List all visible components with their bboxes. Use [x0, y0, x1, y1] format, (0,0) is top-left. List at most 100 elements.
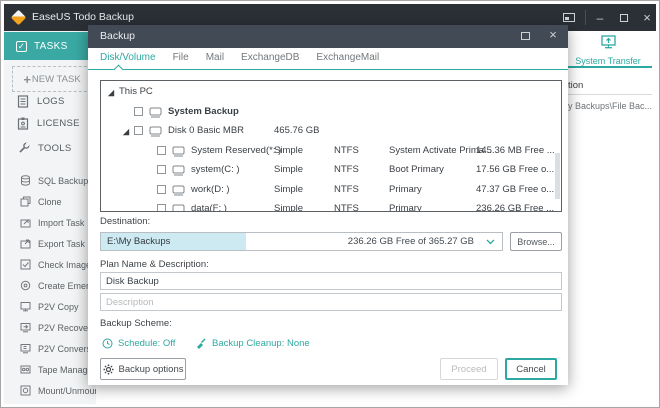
drive-icon [149, 126, 162, 137]
close-button[interactable]: × [638, 4, 656, 31]
sidebar-item-import-task[interactable]: Import Task [4, 212, 96, 233]
disk-size: 465.76 GB [274, 125, 319, 136]
tool-label: SQL Backup [38, 176, 88, 186]
sidebar-item-sql-backup[interactable]: SQL Backup [4, 170, 96, 191]
drive-icon [172, 204, 185, 212]
cell-type: Boot Primary [389, 164, 444, 175]
checkbox[interactable] [134, 126, 143, 135]
tree-node-label: system(C: ) [191, 164, 240, 175]
tab-mail[interactable]: Mail [206, 52, 224, 68]
export-task-icon [20, 238, 31, 249]
sidebar-item-p2v-copy[interactable]: P2V Copy [4, 296, 96, 317]
cell-type: Primary [389, 184, 422, 195]
tab-disk-volume[interactable]: Disk/Volume [100, 52, 156, 68]
tree-row-system-reserved[interactable]: System Reserved(*: ) Simple NTFS System … [101, 142, 561, 162]
feedback-icon[interactable] [563, 13, 575, 22]
cell-layout: Simple [274, 145, 303, 156]
sidebar-item-check-image[interactable]: Check Image [4, 254, 96, 275]
sidebar-item-tools[interactable]: TOOLS [4, 137, 96, 159]
app-title: EaseUS Todo Backup [32, 11, 134, 23]
tab-file[interactable]: File [173, 52, 189, 68]
tree-row-system-backup[interactable]: System Backup [101, 103, 561, 123]
cell-free-space: 236.26 GB Free ... [476, 203, 561, 212]
new-task-button[interactable]: + NEW TASK [12, 66, 92, 92]
checkbox[interactable] [157, 204, 166, 212]
titlebar-divider [585, 10, 586, 25]
tree-node-label: System Reserved(*: ) [191, 145, 281, 156]
tree-row-system-c[interactable]: system(C: ) Simple NTFS Boot Primary 17.… [101, 161, 561, 181]
sidebar-item-p2v-recovery[interactable]: P2V Recovery [4, 317, 96, 338]
plus-icon: + [23, 72, 31, 87]
backup-options-button[interactable]: Backup options [100, 358, 186, 380]
description-input[interactable] [100, 293, 562, 311]
drive-icon [172, 185, 185, 196]
sidebar-item-mount-unmount[interactable]: Mount/Unmount [4, 380, 96, 401]
app-window: EaseUS Todo Backup – × ✓ TASKS + NEW TAS… [0, 0, 660, 408]
checkbox[interactable] [157, 165, 166, 174]
expand-arrow-icon[interactable] [107, 89, 115, 97]
system-transfer-icon [600, 35, 617, 49]
dialog-close-button[interactable]: × [545, 27, 561, 42]
sidebar-item-tape-manager[interactable]: Tape Manager [4, 359, 96, 380]
tree-row-disk0[interactable]: Disk 0 Basic MBR 465.76 GB [101, 122, 561, 142]
checkbox[interactable] [157, 146, 166, 155]
tool-label: Check Image [38, 260, 91, 270]
easeus-logo-icon [11, 10, 27, 26]
mount-unmount-icon [20, 385, 31, 396]
sidebar-item-license[interactable]: LICENSE [4, 112, 96, 134]
cell-layout: Simple [274, 203, 303, 212]
tasks-checkbox-icon: ✓ [16, 41, 27, 52]
schedule-link[interactable]: Schedule: Off [102, 338, 175, 349]
tab-exchangemail[interactable]: ExchangeMail [316, 52, 379, 68]
tape-manager-icon [20, 364, 31, 375]
sidebar-item-create-emergency[interactable]: Create Emerge [4, 275, 96, 296]
tree-row-this-pc[interactable]: This PC [101, 83, 561, 103]
cell-filesystem: NTFS [334, 145, 359, 156]
volume-tree: This PC System Backup Disk 0 Basic MBR 4… [100, 80, 562, 212]
sidebar-item-p2v-conversion[interactable]: P2V Conversio [4, 338, 96, 359]
dialog-maximize-button[interactable] [521, 32, 530, 40]
plan-name-input[interactable] [100, 272, 562, 290]
license-label: LICENSE [37, 118, 80, 129]
tree-row-work-d[interactable]: work(D: ) Simple NTFS Primary 47.37 GB F… [101, 181, 561, 201]
create-emergency-disk-icon [20, 280, 31, 291]
dialog-titlebar: Backup × [88, 25, 568, 48]
sql-backup-icon [20, 175, 31, 186]
cell-filesystem: NTFS [334, 203, 359, 212]
check-image-icon [20, 259, 31, 270]
tools-icon [17, 142, 30, 155]
tab-system-transfer[interactable]: System Transfer [568, 35, 648, 66]
tool-label: Export Task [38, 239, 85, 249]
tab-exchangedb[interactable]: ExchangeDB [241, 52, 299, 68]
expand-arrow-icon[interactable] [122, 128, 130, 136]
chevron-down-icon[interactable] [486, 239, 495, 245]
clone-icon [20, 196, 31, 207]
tree-node-label: data(F: ) [191, 203, 227, 212]
cancel-button[interactable]: Cancel [505, 358, 557, 380]
p2v-copy-icon [20, 301, 31, 312]
cell-filesystem: NTFS [334, 164, 359, 175]
license-icon [17, 117, 29, 130]
cell-layout: Simple [274, 164, 303, 175]
import-task-icon [20, 217, 31, 228]
clock-icon [102, 338, 113, 349]
tree-scrollbar[interactable] [555, 153, 560, 199]
minimize-button[interactable]: – [591, 4, 609, 31]
sidebar-item-clone[interactable]: Clone [4, 191, 96, 212]
browse-button[interactable]: Browse... [510, 232, 562, 251]
destination-combobox[interactable]: E:\My Backups 236.26 GB Free of 365.27 G… [100, 232, 503, 251]
tree-row-data-f[interactable]: data(F: ) Simple NTFS Primary 236.26 GB … [101, 200, 561, 212]
partial-column-header: tion [568, 80, 583, 91]
logs-icon [17, 95, 29, 108]
sidebar-item-export-task[interactable]: Export Task [4, 233, 96, 254]
maximize-button[interactable] [615, 4, 633, 31]
sidebar-item-logs[interactable]: LOGS [4, 90, 96, 112]
checkbox[interactable] [157, 185, 166, 194]
checkbox[interactable] [134, 107, 143, 116]
proceed-button[interactable]: Proceed [440, 358, 498, 380]
backup-scheme-label: Backup Scheme: [100, 318, 172, 329]
backup-cleanup-link[interactable]: Backup Cleanup: None [195, 338, 310, 349]
tree-node-label: This PC [119, 86, 153, 97]
sidebar-item-tasks[interactable]: ✓ TASKS [4, 32, 96, 60]
tool-label: Clone [38, 197, 62, 207]
